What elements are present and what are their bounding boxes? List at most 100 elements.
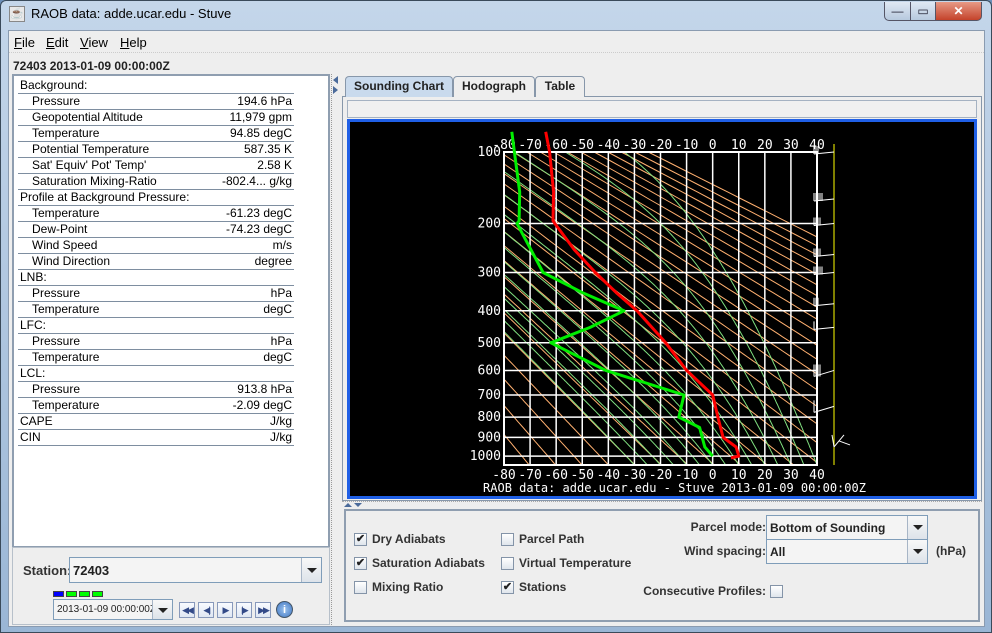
info-row: Pressure hPa bbox=[18, 334, 294, 350]
dry-adiabat-line bbox=[504, 172, 817, 391]
info-value: m/s bbox=[272, 238, 292, 252]
info-value: -802.4... g/kg bbox=[221, 174, 292, 188]
title-bar[interactable]: ☕ RAOB data: adde.ucar.edu - Stuve — ▭ ✕ bbox=[1, 1, 991, 27]
tab-sounding-chart[interactable]: Sounding Chart bbox=[345, 76, 453, 98]
checkbox-box[interactable] bbox=[354, 581, 367, 594]
info-value: 94.85 degC bbox=[229, 126, 292, 140]
collapse-down-icon[interactable] bbox=[354, 503, 362, 507]
collapse-up-icon[interactable] bbox=[344, 503, 352, 507]
time-tick[interactable] bbox=[92, 591, 103, 597]
info-label: LNB: bbox=[20, 270, 47, 284]
step-forward-button[interactable]: |▶ bbox=[236, 602, 252, 618]
wind-spacing-combo[interactable]: All bbox=[766, 539, 928, 564]
wind-barb-stroke bbox=[838, 440, 851, 446]
info-row: LFC: bbox=[18, 318, 294, 334]
info-icon[interactable]: i bbox=[276, 601, 293, 618]
temperature-profile-line bbox=[544, 131, 741, 460]
info-label: Temperature bbox=[32, 350, 100, 364]
station-combo[interactable]: 72403 bbox=[69, 557, 322, 583]
chevron-down-icon[interactable] bbox=[907, 540, 927, 563]
vertical-splitter[interactable] bbox=[331, 74, 339, 625]
time-value: 2013-01-09 00:00:00Z bbox=[57, 604, 156, 615]
stuve-chart-frame[interactable]: -80 -80 -70 -70 -60 -60 -50 -50 -40 -40 -30 -30 -20-… bbox=[347, 119, 977, 499]
last-frame-button[interactable]: ▶▶ bbox=[255, 602, 271, 618]
info-label: Pressure bbox=[32, 382, 81, 396]
dry-adiabat-line bbox=[504, 378, 583, 465]
checkbox-box[interactable] bbox=[501, 557, 514, 570]
checkbox-box[interactable]: ✔ bbox=[354, 557, 367, 570]
info-label: CAPE bbox=[20, 414, 53, 428]
info-value: 194.6 hPa bbox=[237, 94, 292, 108]
checkbox-box[interactable] bbox=[501, 533, 514, 546]
info-row: Pressure hPa bbox=[18, 286, 294, 302]
checkbox-box[interactable] bbox=[770, 585, 783, 598]
info-value: J/kg bbox=[269, 430, 292, 444]
time-combo[interactable]: 2013-01-09 00:00:00Z bbox=[53, 599, 173, 620]
info-table: Background: Pressure 194.6 hPa Geopotential… bbox=[18, 78, 294, 446]
info-label: Pressure bbox=[32, 286, 81, 300]
x-tick-label-top: 30 bbox=[783, 138, 799, 153]
time-tick[interactable] bbox=[66, 591, 77, 597]
time-tick[interactable] bbox=[79, 591, 90, 597]
window-title: RAOB data: adde.ucar.edu - Stuve bbox=[31, 6, 232, 21]
play-button[interactable]: ▶ bbox=[217, 602, 233, 618]
checkbox-label: Saturation Adiabats bbox=[372, 556, 485, 570]
parcel-mode-combo[interactable]: Bottom of Sounding bbox=[766, 515, 928, 540]
tab-content: -80 -80 -70 -70 -60 -60 -50 -50 -40 -40 -30 -30 -20-… bbox=[342, 97, 982, 501]
time-tick[interactable] bbox=[53, 591, 64, 597]
station-label: Station: bbox=[23, 563, 72, 578]
chevron-down-icon[interactable] bbox=[301, 558, 321, 582]
y-tick-label: 300 bbox=[478, 265, 501, 280]
collapse-right-icon[interactable] bbox=[333, 86, 338, 94]
chevron-down-icon[interactable] bbox=[907, 516, 927, 539]
info-label: LFC: bbox=[20, 318, 47, 332]
info-row: Temperature degC bbox=[18, 302, 294, 318]
info-label: Dew-Point bbox=[32, 222, 88, 236]
close-button[interactable]: ✕ bbox=[935, 2, 982, 21]
collapse-left-icon[interactable] bbox=[333, 76, 338, 84]
chart-caption: RAOB data: adde.ucar.edu - Stuve 2013-01… bbox=[483, 481, 866, 495]
x-tick-label-top: 10 bbox=[731, 138, 747, 153]
wind-spacing-label: Wind spacing: bbox=[684, 544, 766, 558]
info-label: Potential Temperature bbox=[32, 142, 150, 156]
checkbox-label: Parcel Path bbox=[519, 532, 585, 546]
menu-help[interactable]: Help bbox=[120, 35, 147, 50]
first-frame-button[interactable]: ◀◀ bbox=[179, 602, 195, 618]
chart-controls-panel: ✔ Dry Adiabats ✔ Saturation Adiabats Mix… bbox=[344, 509, 980, 622]
minimize-button[interactable]: — bbox=[884, 2, 911, 21]
saturation-adiabat-line bbox=[504, 297, 674, 465]
menu-edit[interactable]: Edit bbox=[46, 35, 68, 50]
info-value: degC bbox=[263, 350, 292, 364]
stuve-diagram[interactable]: -80-80-70-70-60-60-50-50-40-40-30-30-20-… bbox=[350, 122, 974, 496]
x-tick-label-top: 20 bbox=[757, 138, 773, 153]
menu-file[interactable]: File bbox=[14, 35, 35, 50]
chevron-down-icon[interactable] bbox=[152, 600, 172, 619]
info-label: LCL: bbox=[20, 366, 46, 380]
info-row: Profile at Background Pressure: bbox=[18, 190, 294, 206]
menu-view[interactable]: View bbox=[80, 35, 108, 50]
checkbox-box[interactable]: ✔ bbox=[501, 581, 514, 594]
y-tick-label: 100 bbox=[478, 145, 501, 160]
y-tick-label: 1000 bbox=[470, 449, 501, 464]
info-label: Pressure bbox=[32, 94, 81, 108]
station-time-header: 72403 2013-01-09 00:00:00Z bbox=[13, 59, 170, 73]
info-label: Sat' Equiv' Pot' Temp' bbox=[32, 158, 147, 172]
wind-barb bbox=[831, 434, 851, 448]
info-label: Background: bbox=[20, 78, 88, 92]
info-value: 11,979 gpm bbox=[229, 110, 293, 124]
info-value: -61.23 degC bbox=[225, 206, 292, 220]
x-tick-label-top: -20 bbox=[649, 138, 672, 153]
maximize-button[interactable]: ▭ bbox=[910, 2, 936, 21]
step-back-button[interactable]: ◀| bbox=[198, 602, 214, 618]
tab-table[interactable]: Table bbox=[535, 76, 585, 97]
horizontal-splitter[interactable] bbox=[342, 501, 982, 509]
tab-hodograph[interactable]: Hodograph bbox=[453, 76, 535, 97]
checkbox-box[interactable]: ✔ bbox=[354, 533, 367, 546]
info-row: Wind Direction degree bbox=[18, 254, 294, 270]
info-label: Temperature bbox=[32, 126, 100, 140]
info-value: hPa bbox=[270, 286, 292, 300]
info-row: Temperature -2.09 degC bbox=[18, 398, 294, 414]
info-label: Wind Speed bbox=[32, 238, 98, 252]
dry-adiabat-line bbox=[634, 152, 817, 247]
info-row: CIN J/kg bbox=[18, 430, 294, 446]
